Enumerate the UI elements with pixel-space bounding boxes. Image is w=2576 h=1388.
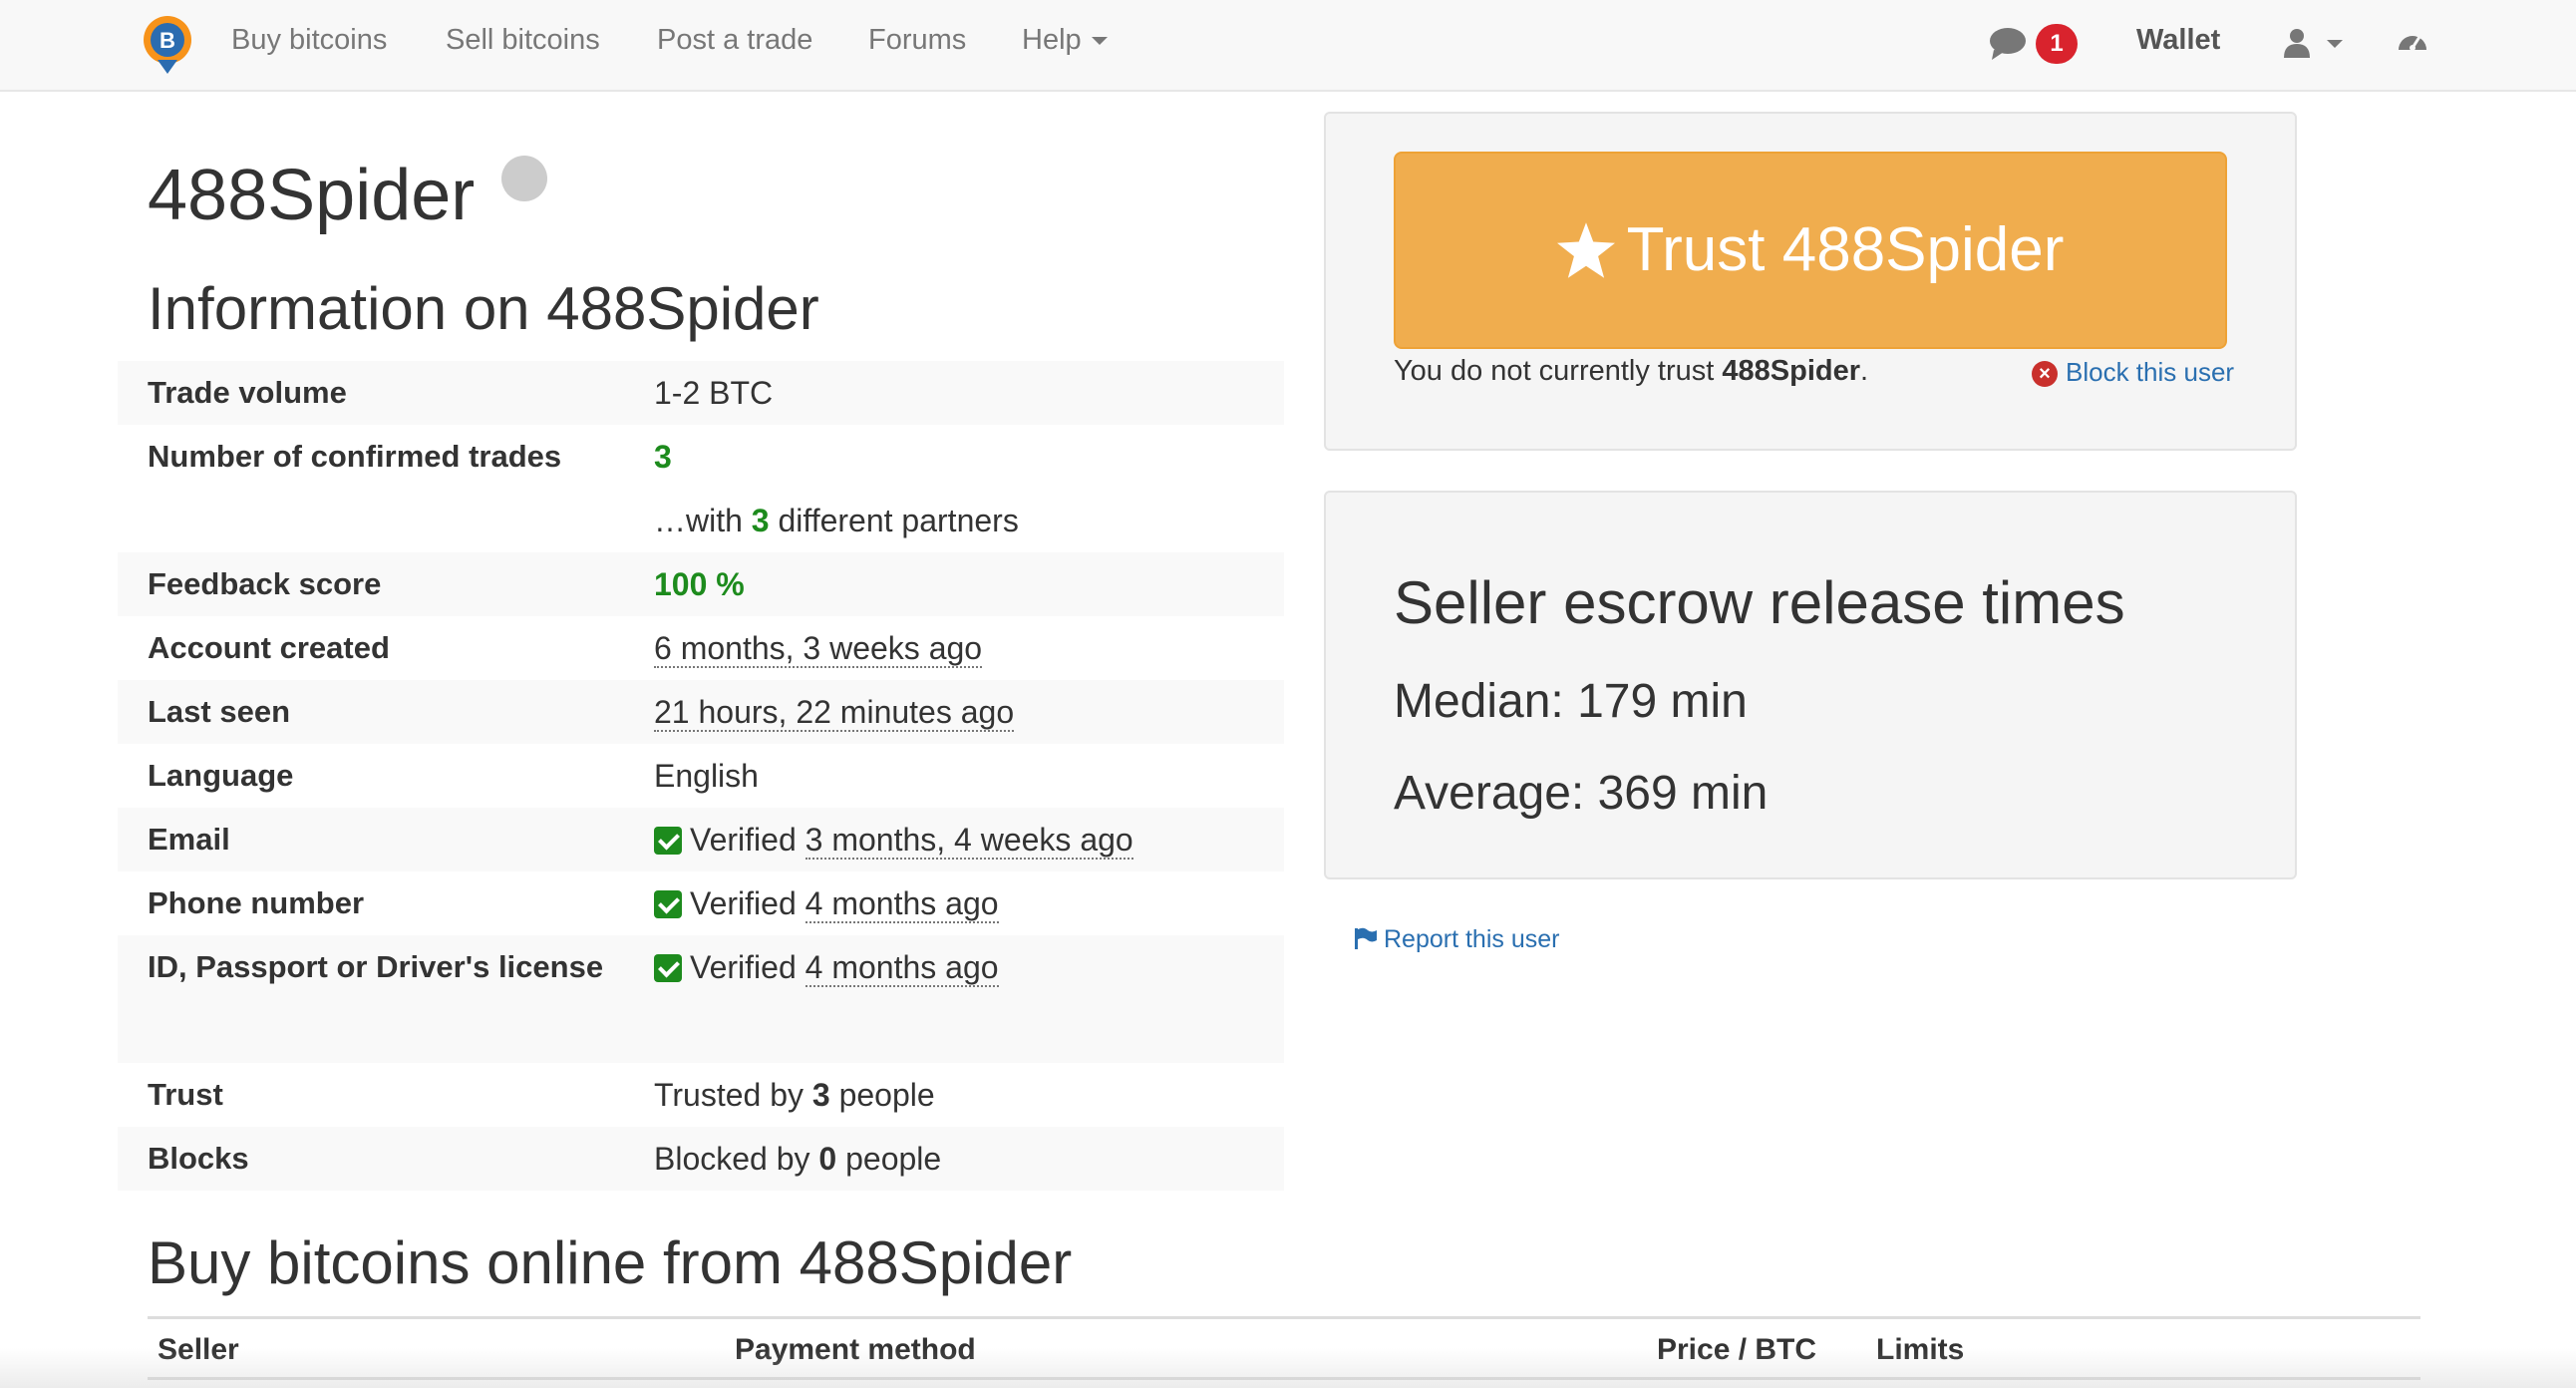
notification-badge[interactable]: 1 xyxy=(2036,24,2078,64)
table-row: Number of confirmed trades 3 xyxy=(118,425,1284,489)
account-created-value: 6 months, 3 weeks ago xyxy=(654,616,983,680)
row-label: ID, Passport or Driver's license xyxy=(148,949,604,984)
email-verified-value: Verified 3 months, 4 weeks ago xyxy=(654,808,1133,871)
row-label: Trade volume xyxy=(148,375,347,410)
row-label: Email xyxy=(148,822,230,857)
table-row: …with 3 different partners xyxy=(118,489,1284,552)
id-verified-value: Verified 4 months ago xyxy=(654,935,999,999)
row-label: Blocks xyxy=(148,1141,249,1176)
trust-suffix: people xyxy=(829,1077,935,1113)
table-row: Last seen 21 hours, 22 minutes ago xyxy=(118,680,1284,744)
verified-label: Verified xyxy=(690,949,797,985)
row-label: Account created xyxy=(148,630,390,665)
table-row: Account created 6 months, 3 weeks ago xyxy=(118,616,1284,680)
language-value: English xyxy=(654,758,759,794)
escrow-heading: Seller escrow release times xyxy=(1394,569,2125,636)
table-row: Phone number Verified 4 months ago xyxy=(118,871,1284,935)
user-menu-chevron-icon[interactable] xyxy=(2327,40,2343,48)
column-header-payment-method[interactable]: Payment method xyxy=(735,1333,976,1367)
dashboard-icon[interactable] xyxy=(2397,28,2428,56)
check-icon xyxy=(654,827,682,855)
trust-button-label: Trust 488Spider xyxy=(1626,215,2065,284)
nav-sell-bitcoins[interactable]: Sell bitcoins xyxy=(446,24,600,57)
trust-note-prefix: You do not currently trust xyxy=(1394,355,1723,387)
svg-text:B: B xyxy=(160,28,175,53)
row-label: Last seen xyxy=(148,694,291,729)
block-icon: × xyxy=(2032,361,2058,387)
block-user-link[interactable]: × Block this user xyxy=(2032,357,2234,388)
blocks-prefix: Blocked by xyxy=(654,1141,819,1177)
phone-verified-time[interactable]: 4 months ago xyxy=(805,885,999,923)
last-seen-time[interactable]: 21 hours, 22 minutes ago xyxy=(654,694,1015,732)
table-row: Blocks Blocked by 0 people xyxy=(118,1127,1284,1191)
table-row: Email Verified 3 months, 4 weeks ago xyxy=(118,808,1284,871)
verified-label: Verified xyxy=(690,822,797,858)
row-label: Feedback score xyxy=(148,566,382,601)
partners-value: …with 3 different partners xyxy=(654,489,1019,552)
trust-user-button[interactable]: Trust 488Spider xyxy=(1394,152,2227,349)
phone-verified-value: Verified 4 months ago xyxy=(654,871,999,935)
report-link-label: Report this user xyxy=(1384,925,1560,953)
bitcoin-logo-icon[interactable]: B xyxy=(142,14,193,76)
table-row: Trust Trusted by 3 people xyxy=(118,1063,1284,1127)
nav-post-trade[interactable]: Post a trade xyxy=(657,24,812,57)
nav-buy-bitcoins[interactable]: Buy bitcoins xyxy=(231,24,387,57)
column-header-seller[interactable]: Seller xyxy=(158,1333,239,1367)
partners-suffix: different partners xyxy=(769,503,1019,538)
nav-forums[interactable]: Forums xyxy=(868,24,966,57)
trust-status-text: You do not currently trust 488Spider. xyxy=(1394,355,1868,388)
nav-help[interactable]: Help xyxy=(1022,24,1108,57)
block-link-label: Block this user xyxy=(2066,357,2235,387)
info-heading: Information on 488Spider xyxy=(148,275,819,342)
row-label: Phone number xyxy=(148,885,365,920)
star-icon xyxy=(1556,222,1615,278)
user-info-table: Trade volume 1-2 BTC Number of confirmed… xyxy=(118,361,1284,1191)
id-verified-time[interactable]: 4 months ago xyxy=(805,949,999,987)
page-title-username: 488Spider xyxy=(148,156,476,235)
last-seen-value: 21 hours, 22 minutes ago xyxy=(654,680,1015,744)
confirmed-trades-value: 3 xyxy=(654,439,672,475)
account-created-time[interactable]: 6 months, 3 weeks ago xyxy=(654,630,983,668)
blocks-suffix: people xyxy=(836,1141,942,1177)
buy-bitcoins-heading: Buy bitcoins online from 488Spider xyxy=(148,1229,1073,1296)
blocks-count: 0 xyxy=(818,1141,837,1177)
trade-volume-value: 1-2 BTC xyxy=(654,375,774,411)
feedback-score-value: 100 % xyxy=(654,566,745,602)
email-verified-time[interactable]: 3 months, 4 weeks ago xyxy=(805,822,1133,860)
trust-value: Trusted by 3 people xyxy=(654,1063,935,1127)
row-label: Trust xyxy=(148,1077,223,1112)
trust-note-name: 488Spider xyxy=(1722,355,1861,387)
column-header-price[interactable]: Price / BTC xyxy=(1657,1333,1816,1367)
offers-table-header: Seller Payment method Price / BTC Limits xyxy=(148,1316,2420,1380)
check-icon xyxy=(654,890,682,918)
escrow-median: Median: 179 min xyxy=(1394,675,1748,728)
escrow-average: Average: 369 min xyxy=(1394,767,1769,820)
chat-icon[interactable] xyxy=(1988,26,2028,62)
table-row: Trade volume 1-2 BTC xyxy=(118,361,1284,425)
online-status-icon xyxy=(501,156,547,201)
table-row: ID, Passport or Driver's license Verifie… xyxy=(118,935,1284,1063)
nav-wallet[interactable]: Wallet xyxy=(2136,24,2220,57)
check-icon xyxy=(654,954,682,982)
table-row: Feedback score 100 % xyxy=(118,552,1284,616)
partners-prefix: …with xyxy=(654,503,752,538)
trust-prefix: Trusted by xyxy=(654,1077,812,1113)
trust-note-suffix: . xyxy=(1860,355,1869,387)
partners-count: 3 xyxy=(751,503,770,538)
flag-icon xyxy=(1355,927,1377,949)
top-navbar: B Buy bitcoins Sell bitcoins Post a trad… xyxy=(0,0,2576,92)
table-row: Language English xyxy=(118,744,1284,808)
nav-help-label: Help xyxy=(1022,24,1082,56)
column-header-limits[interactable]: Limits xyxy=(1876,1333,1964,1367)
row-label: Number of confirmed trades xyxy=(148,439,562,474)
report-user-link[interactable]: Report this user xyxy=(1354,925,1559,954)
chevron-down-icon xyxy=(1091,37,1108,46)
user-icon[interactable] xyxy=(2283,28,2311,58)
row-label: Language xyxy=(148,758,294,793)
blocks-value: Blocked by 0 people xyxy=(654,1127,941,1191)
trust-count: 3 xyxy=(811,1077,830,1113)
verified-label: Verified xyxy=(690,885,797,921)
